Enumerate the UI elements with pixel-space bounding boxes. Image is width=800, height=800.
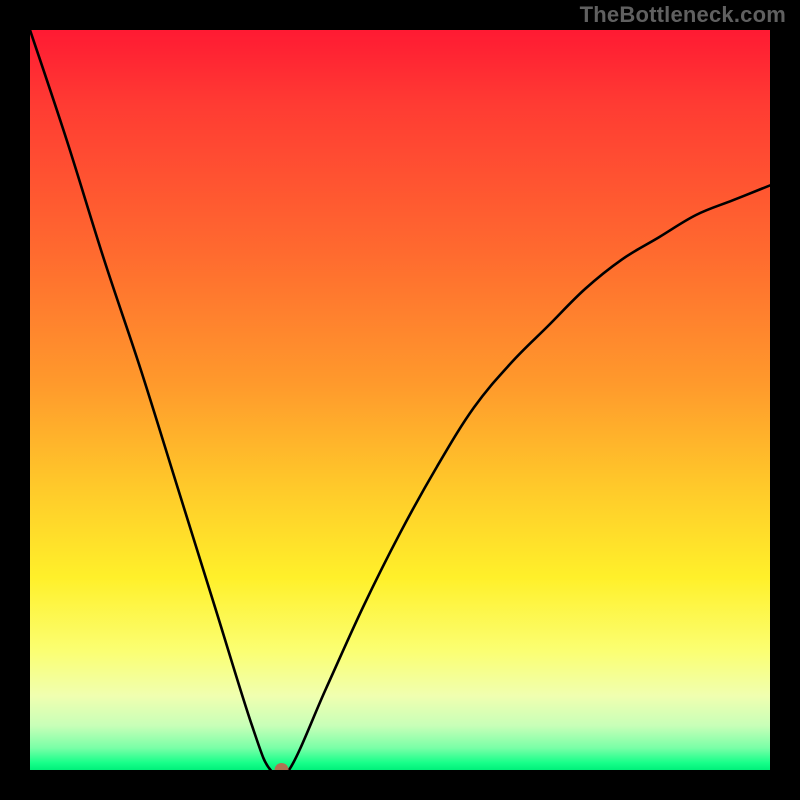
chart-frame: TheBottleneck.com — [0, 0, 800, 800]
minimum-marker — [275, 763, 289, 770]
bottleneck-curve — [30, 30, 770, 770]
curve-layer — [30, 30, 770, 770]
watermark-text: TheBottleneck.com — [580, 2, 786, 28]
plot-area — [30, 30, 770, 770]
